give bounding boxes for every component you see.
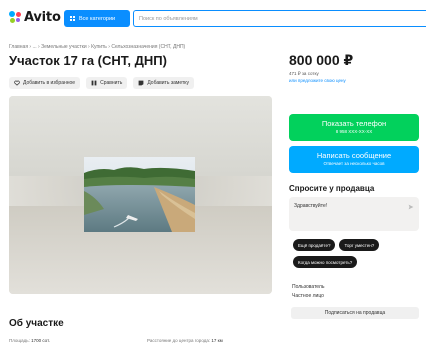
grid-icon	[70, 15, 76, 22]
listing-photo[interactable]	[84, 157, 195, 232]
quick-questions: Ещё продаёте? Торг уместен? Когда можно …	[293, 239, 423, 268]
quick-question-chip[interactable]: Торг уместен?	[339, 239, 380, 251]
note-icon	[138, 80, 144, 86]
distance-label: Расстояние до центра города:	[147, 338, 211, 343]
area-value: 1700 сот.	[31, 338, 50, 343]
logo-icon	[9, 11, 21, 23]
breadcrumb[interactable]: Главная › ... › Земельные участки › Купи…	[9, 44, 185, 50]
phone-button-label: Показать телефон	[321, 119, 387, 128]
top-header: Avito Все категории Поиск по объявлениям	[0, 0, 426, 34]
photo-gallery[interactable]	[9, 96, 272, 294]
area-label: Площадь:	[9, 338, 30, 343]
suggest-price-link[interactable]: или предложите свою цену	[289, 78, 346, 83]
compare-button[interactable]: Сравнить	[86, 77, 128, 89]
about-section-title: Об участке	[9, 318, 64, 329]
subscribe-button[interactable]: Подписаться на продавца	[291, 307, 419, 319]
quick-question-chip[interactable]: Ещё продаёте?	[293, 239, 336, 251]
seller-name[interactable]: Пользователь	[292, 284, 324, 290]
response-time: Отвечает за несколько часов	[323, 161, 385, 166]
listing-actions: Добавить в избранное Сравнить Добавить з…	[9, 77, 195, 89]
message-text: Здравствуйте!	[294, 203, 328, 209]
write-message-button[interactable]: Написать сообщение Отвечает за несколько…	[289, 146, 419, 173]
page-title: Участок 17 га (СНТ, ДНП)	[9, 53, 167, 68]
quick-question-chip[interactable]: Когда можно посмотреть?	[293, 256, 358, 268]
price: 800 000 ₽	[289, 52, 354, 68]
distance-value: 17 км	[211, 338, 223, 343]
message-button-label: Написать сообщение	[316, 151, 392, 160]
logo-text: Avito	[24, 9, 61, 25]
property-distance: Расстояние до центра города: 17 км	[147, 338, 223, 343]
seller-type: Частное лицо	[292, 293, 324, 299]
show-phone-button[interactable]: Показать телефон 8 958 XXX-XX-XX	[289, 114, 419, 141]
categories-label: Все категории	[79, 15, 116, 22]
phone-masked: 8 958 XXX-XX-XX	[335, 129, 373, 134]
add-note-button[interactable]: Добавить заметку	[133, 77, 195, 89]
property-area: Площадь: 1700 сот.	[9, 338, 50, 343]
add-to-favorites-button[interactable]: Добавить в избранное	[9, 77, 81, 89]
heart-icon	[14, 80, 20, 86]
all-categories-button[interactable]: Все категории	[64, 10, 130, 27]
message-input[interactable]: Здравствуйте!	[289, 197, 419, 231]
compare-icon	[91, 80, 97, 86]
avito-logo[interactable]: Avito	[9, 9, 61, 25]
search-input[interactable]: Поиск по объявлениям	[133, 10, 426, 27]
price-per-unit: 471 ₽ за сотку	[289, 71, 319, 76]
ask-seller-title: Спросите у продавца	[289, 184, 375, 193]
send-icon[interactable]	[408, 204, 414, 210]
